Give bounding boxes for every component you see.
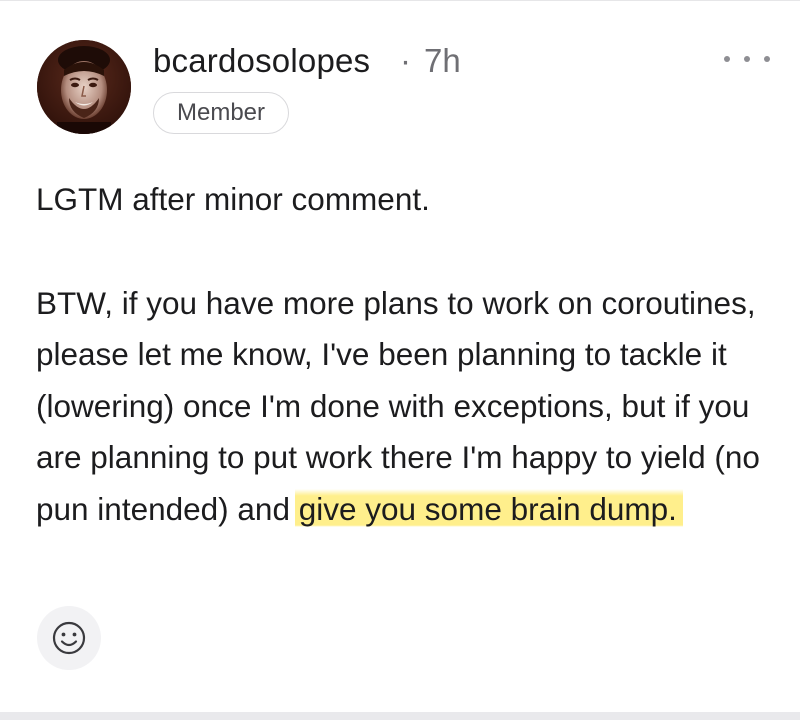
post-timestamp[interactable]: 7h [424,39,461,83]
smiley-face-icon [52,621,86,655]
add-reaction-button[interactable] [37,606,101,670]
comment-paragraph-1: LGTM after minor comment. [36,181,430,217]
ellipsis-icon [724,56,730,62]
member-badge: Member [153,92,289,134]
comment-paragraph-2: BTW, if you have more plans to work on c… [36,278,776,536]
user-avatar-photo-icon [37,40,131,134]
separator-dot: · [400,42,411,79]
avatar[interactable] [37,40,131,134]
ellipsis-icon [744,56,750,62]
bottom-divider [0,712,800,720]
comment-body: LGTM after minor comment. BTW, if you ha… [36,174,776,535]
comment-card: bcardosolopes · 7h Member LGTM after min… [0,0,800,712]
ellipsis-icon [764,56,770,62]
highlighted-text: give you some brain dump. [294,488,683,527]
author-username[interactable]: bcardosolopes [153,39,370,83]
more-options-button[interactable] [724,49,770,69]
